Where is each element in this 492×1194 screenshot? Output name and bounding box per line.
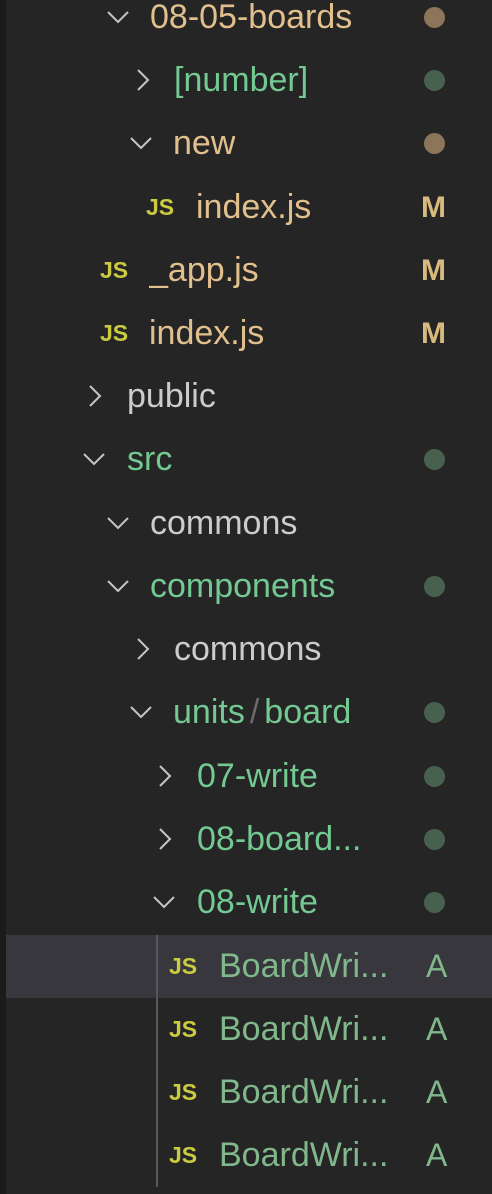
- tree-item-08-write[interactable]: 08-write: [6, 871, 492, 934]
- git-status-badge: A: [426, 948, 448, 984]
- chevron-right-icon[interactable]: [82, 383, 108, 409]
- javascript-file-icon: JS: [169, 1142, 198, 1168]
- tree-item-public[interactable]: public: [6, 365, 492, 428]
- git-status-badge: M: [421, 254, 446, 287]
- javascript-file-icon: JS: [169, 1016, 198, 1042]
- chevron-down-icon[interactable]: [105, 4, 131, 30]
- tree-item-components-commons[interactable]: commons: [6, 618, 492, 681]
- untracked-dot-icon: [424, 449, 445, 470]
- tree-item-label: commons: [174, 630, 322, 668]
- tree-item-label: new: [173, 124, 236, 162]
- untracked-dot-icon: [424, 702, 445, 723]
- git-status-badge: A: [426, 1137, 448, 1173]
- chevron-down-icon[interactable]: [105, 510, 131, 536]
- tree-item-src[interactable]: src: [6, 428, 492, 491]
- tree-item-label: 08-write: [197, 883, 318, 921]
- tree-item-new-index-js[interactable]: JS index.js M: [6, 176, 492, 239]
- tree-item-label: public: [127, 377, 216, 415]
- javascript-file-icon: JS: [146, 194, 175, 220]
- git-status-badge: M: [421, 191, 446, 224]
- chevron-right-icon[interactable]: [152, 763, 178, 789]
- tree-item-label: 08-board...: [197, 820, 362, 858]
- tree-item-label-units: units: [173, 693, 245, 731]
- tree-item-label: units / board: [173, 681, 351, 744]
- tree-item-label: BoardWri...: [219, 1073, 389, 1111]
- chevron-down-icon[interactable]: [105, 573, 131, 599]
- path-separator: /: [249, 693, 260, 731]
- chevron-down-icon[interactable]: [151, 889, 177, 915]
- chevron-right-icon[interactable]: [130, 636, 156, 662]
- tree-item-08-05-boards[interactable]: 08-05-boards: [6, 0, 492, 49]
- tree-item-units-board[interactable]: units / board: [6, 681, 492, 744]
- javascript-file-icon: JS: [169, 953, 198, 979]
- git-status-badge: A: [426, 1011, 448, 1047]
- tree-item-label: BoardWri...: [219, 947, 389, 985]
- javascript-file-icon: JS: [100, 257, 129, 283]
- chevron-right-icon[interactable]: [130, 67, 156, 93]
- tree-item-label: 07-write: [197, 757, 318, 795]
- tree-item-label: src: [127, 440, 173, 478]
- tree-item-label: _app.js: [149, 251, 259, 289]
- tree-item-07-write[interactable]: 07-write: [6, 745, 492, 808]
- chevron-down-icon[interactable]: [81, 446, 107, 472]
- chevron-down-icon[interactable]: [128, 130, 154, 156]
- tree-item-label: index.js: [196, 188, 312, 226]
- tree-item-label-board: board: [264, 693, 352, 731]
- git-status-badge: A: [426, 1074, 448, 1110]
- tree-item-new[interactable]: new: [6, 112, 492, 175]
- tree-item-app-js[interactable]: JS _app.js M: [6, 239, 492, 302]
- git-status-badge: M: [421, 317, 446, 350]
- tree-item-label: BoardWri...: [219, 1136, 389, 1174]
- tree-item-boardwrite-3[interactable]: JS BoardWri... A: [6, 1061, 492, 1124]
- untracked-dot-icon: [424, 892, 445, 913]
- modified-dot-icon: [424, 7, 445, 28]
- indent-guide: [156, 935, 158, 1187]
- chevron-right-icon[interactable]: [152, 826, 178, 852]
- tree-item-label: BoardWri...: [219, 1010, 389, 1048]
- tree-item-components[interactable]: components: [6, 555, 492, 618]
- tree-item-boardwrite-1[interactable]: JS BoardWri... A: [6, 935, 492, 998]
- tree-item-number[interactable]: [number]: [6, 49, 492, 112]
- tree-item-index-js[interactable]: JS index.js M: [6, 302, 492, 365]
- untracked-dot-icon: [424, 829, 445, 850]
- untracked-dot-icon: [424, 766, 445, 787]
- tree-item-boardwrite-2[interactable]: JS BoardWri... A: [6, 998, 492, 1061]
- tree-item-boardwrite-4[interactable]: JS BoardWri... A: [6, 1124, 492, 1187]
- tree-item-label: 08-05-boards: [150, 0, 353, 36]
- chevron-down-icon[interactable]: [128, 699, 154, 725]
- tree-item-label: [number]: [174, 61, 309, 99]
- untracked-dot-icon: [424, 576, 445, 597]
- tree-item-08-board[interactable]: 08-board...: [6, 808, 492, 871]
- untracked-dot-icon: [424, 70, 445, 91]
- tree-item-commons[interactable]: commons: [6, 492, 492, 555]
- tree-item-label: components: [150, 567, 336, 605]
- modified-dot-icon: [424, 133, 445, 154]
- tree-item-label: index.js: [149, 314, 265, 352]
- tree-item-label: commons: [150, 504, 298, 542]
- file-explorer-tree: 08-05-boards [number] new JS index.js M …: [6, 0, 492, 1194]
- javascript-file-icon: JS: [100, 320, 129, 346]
- javascript-file-icon: JS: [169, 1079, 198, 1105]
